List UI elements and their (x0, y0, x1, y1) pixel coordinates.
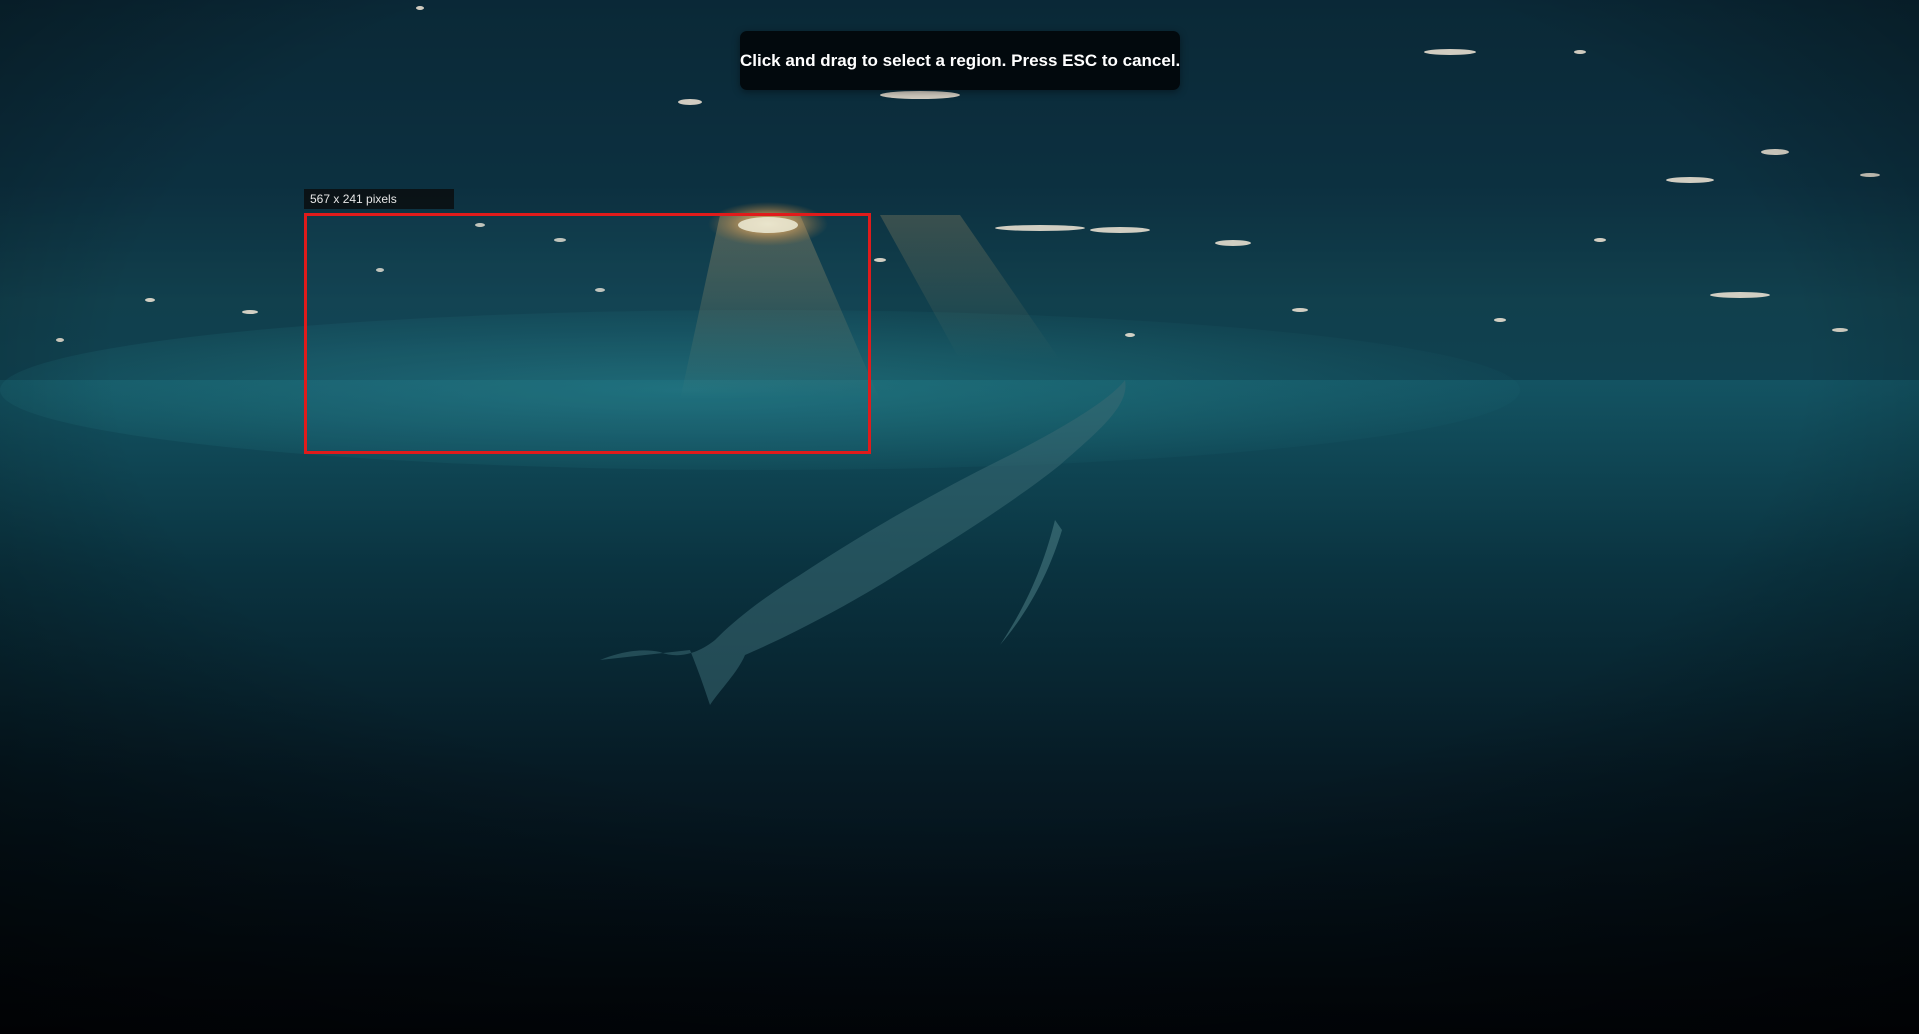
region-capture-overlay[interactable]: 567 x 241 pixels Click and drag to selec… (0, 0, 1919, 1034)
selection-size-label: 567 x 241 pixels (304, 189, 454, 209)
selection-rectangle[interactable] (304, 213, 871, 454)
instruction-banner: Click and drag to select a region. Press… (740, 31, 1180, 90)
desktop-wallpaper-underwater-whale (0, 0, 1919, 1034)
